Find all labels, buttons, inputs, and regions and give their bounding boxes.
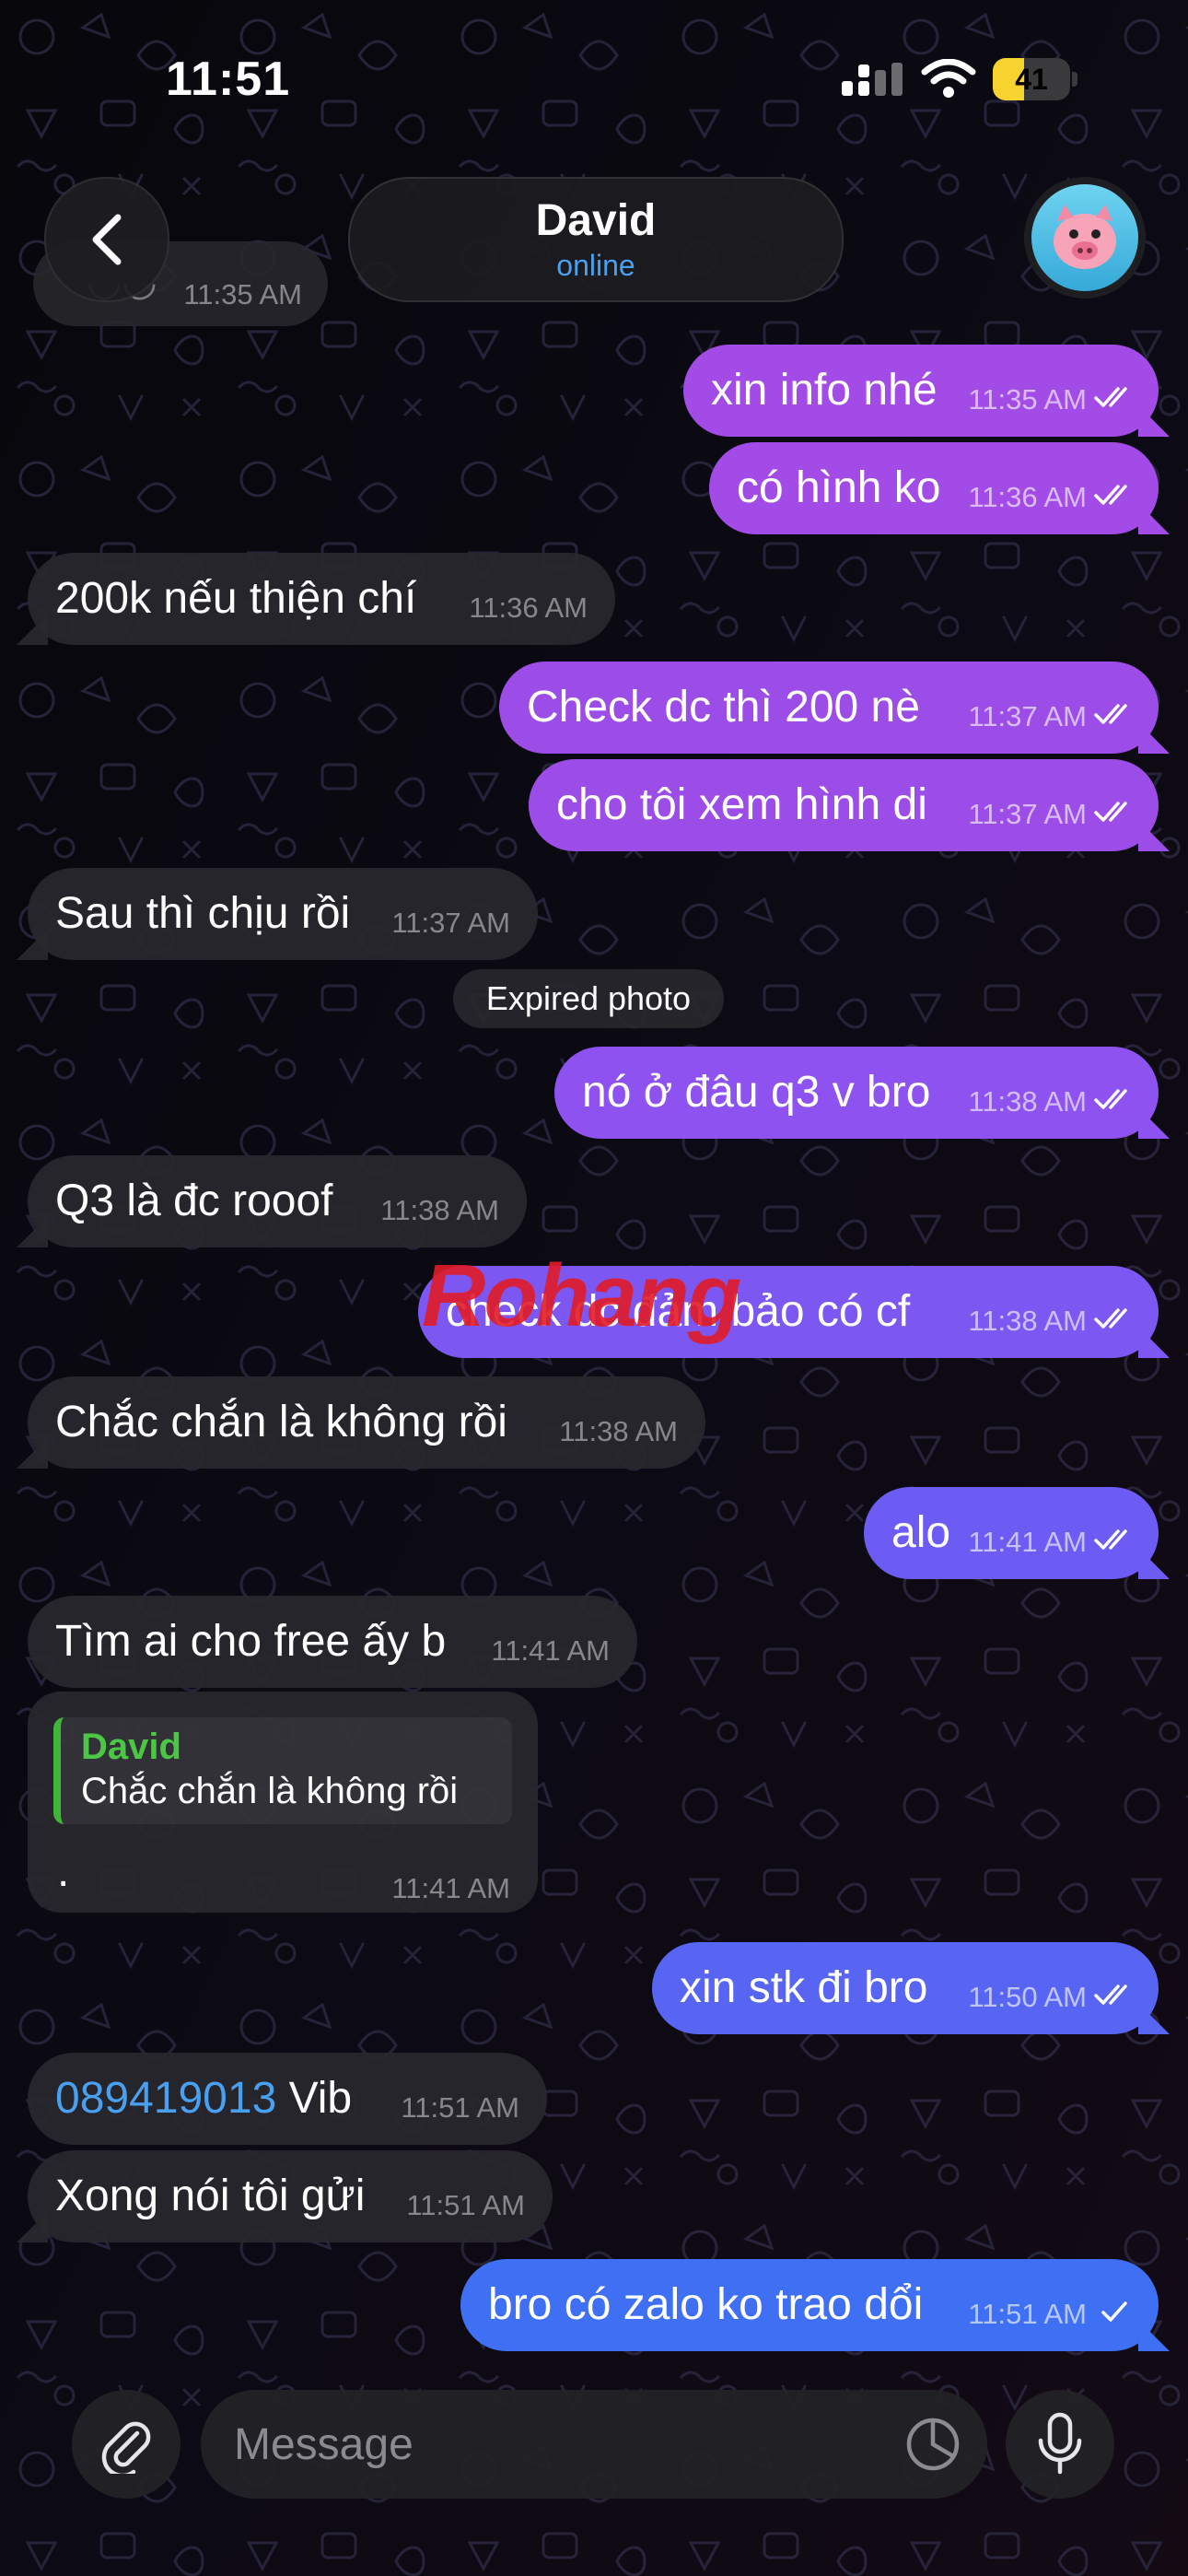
message-time: 11:37 AM — [391, 907, 510, 939]
message-time: 11:37 AM — [968, 700, 1087, 732]
double-check-icon — [1094, 704, 1127, 724]
single-check-icon — [1101, 2301, 1127, 2322]
message-out[interactable]: xin stk đi bro 11:50 AM — [652, 1942, 1159, 2034]
chat-title[interactable]: David online — [348, 177, 844, 302]
message-text: có hình ko — [737, 463, 941, 512]
attach-button[interactable] — [72, 2390, 181, 2499]
message-in[interactable]: Q3 là đc rooof 11:38 AM — [28, 1155, 527, 1247]
message-text-suffix: Vib — [276, 2074, 353, 2123]
avatar[interactable] — [1024, 177, 1146, 299]
status-time: 11:51 — [166, 53, 291, 106]
message-out[interactable]: nó ở đâu q3 v bro 11:38 AM — [554, 1047, 1159, 1139]
reply-quote[interactable]: David Chắc chắn là không rồi — [53, 1717, 512, 1824]
phone-number-link[interactable]: 089419013 — [55, 2074, 276, 2123]
message-text: Sau thì chịu rồi — [55, 889, 351, 938]
message-time: 11:38 AM — [968, 1085, 1087, 1118]
message-text: Chắc chắn là không rồi — [55, 1398, 507, 1446]
watermark-logo: Rohang — [422, 1246, 741, 1347]
double-check-icon — [1094, 1529, 1127, 1550]
message-in[interactable]: Xong nói tôi gửi 11:51 AM — [28, 2150, 553, 2242]
message-time: 11:36 AM — [968, 481, 1087, 513]
battery-level: 41 — [1015, 63, 1048, 96]
back-button[interactable] — [44, 177, 169, 302]
message-out[interactable]: Check dc thì 200 nè 11:37 AM — [499, 662, 1159, 754]
message-time: 11:36 AM — [469, 591, 588, 624]
message-text: 200k nếu thiện chí — [55, 574, 417, 623]
message-out[interactable]: xin info nhé 11:35 AM — [683, 345, 1159, 437]
message-time: 11:38 AM — [380, 1194, 499, 1226]
double-check-icon — [1094, 387, 1127, 407]
message-time: 11:41 AM — [391, 1872, 510, 1904]
message-time: 11:51 AM — [406, 2189, 525, 2221]
message-text: cho tôi xem hình di — [556, 780, 927, 829]
message-time: 11:35 AM — [968, 383, 1087, 416]
wifi-icon — [921, 59, 976, 98]
contact-name: David — [535, 196, 657, 245]
battery-cap — [1072, 72, 1077, 87]
reply-quote-text: Chắc chắn là không rồi — [81, 1771, 459, 1811]
message-time: 11:37 AM — [968, 798, 1087, 830]
double-check-icon — [1094, 1089, 1127, 1109]
status-icons: 41 — [840, 55, 1077, 103]
pig-avatar-icon — [1054, 205, 1116, 269]
message-in[interactable]: Tìm ai cho free ấy b 11:41 AM — [28, 1596, 637, 1688]
sticker-icon[interactable] — [903, 2414, 963, 2475]
message-time: 11:51 AM — [968, 2298, 1087, 2330]
message-out[interactable]: có hình ko 11:36 AM — [709, 442, 1159, 534]
message-in[interactable]: 089419013 Vib 11:51 AM — [28, 2053, 547, 2145]
message-in-reply[interactable]: David Chắc chắn là không rồi . 11:41 AM — [28, 1692, 538, 1913]
message-time: 11:51 AM — [401, 2091, 519, 2124]
message-text: 089419013 Vib — [55, 2073, 352, 2125]
message-text: alo — [891, 1508, 951, 1557]
back-chevron-icon — [92, 214, 122, 265]
microphone-icon — [1038, 2412, 1082, 2475]
message-text: nó ở đâu q3 v bro — [582, 1068, 931, 1117]
message-out[interactable]: bro có zalo ko trao dổi 11:51 AM — [460, 2259, 1159, 2351]
message-text: Tìm ai cho free ấy b — [55, 1617, 447, 1666]
service-message-expired-photo: Expired photo — [453, 969, 724, 1028]
message-input[interactable]: Message — [201, 2390, 987, 2499]
double-check-icon — [1094, 1308, 1127, 1329]
contact-status: online — [556, 249, 635, 282]
double-check-icon — [1094, 802, 1127, 822]
signal-icon — [842, 63, 903, 96]
message-text: Q3 là đc rooof — [55, 1177, 333, 1225]
message-time: 11:41 AM — [968, 1526, 1087, 1558]
battery-icon: 41 — [993, 58, 1070, 100]
paperclip-icon — [101, 2421, 151, 2474]
message-text: Check dc thì 200 nè — [527, 683, 920, 732]
reply-quote-name: David — [81, 1727, 181, 1767]
message-time: 11:38 AM — [968, 1305, 1087, 1337]
double-check-icon — [1094, 1985, 1127, 2005]
double-check-icon — [1094, 485, 1127, 505]
message-text: . — [57, 1847, 70, 1896]
watermark-text: Rohang — [422, 1247, 741, 1345]
message-time: 11:38 AM — [559, 1415, 678, 1447]
message-input-placeholder: Message — [234, 2419, 413, 2469]
message-time: 11:35 AM — [183, 278, 302, 310]
message-out[interactable]: alo 11:41 AM — [864, 1487, 1159, 1579]
message-text: xin info nhé — [711, 366, 938, 415]
message-time: 11:41 AM — [491, 1634, 610, 1667]
message-time: 11:50 AM — [968, 1981, 1087, 2013]
message-in[interactable]: Chắc chắn là không rồi 11:38 AM — [28, 1376, 705, 1469]
message-in[interactable]: 200k nếu thiện chí 11:36 AM — [28, 553, 615, 645]
message-text: bro có zalo ko trao dổi — [488, 2280, 924, 2329]
message-text: Xong nói tôi gửi — [55, 2172, 366, 2220]
message-out[interactable]: cho tôi xem hình di 11:37 AM — [529, 759, 1159, 851]
microphone-button[interactable] — [1006, 2390, 1114, 2499]
message-in[interactable]: Sau thì chịu rồi 11:37 AM — [28, 868, 538, 960]
message-text: xin stk đi bro — [680, 1963, 928, 2012]
